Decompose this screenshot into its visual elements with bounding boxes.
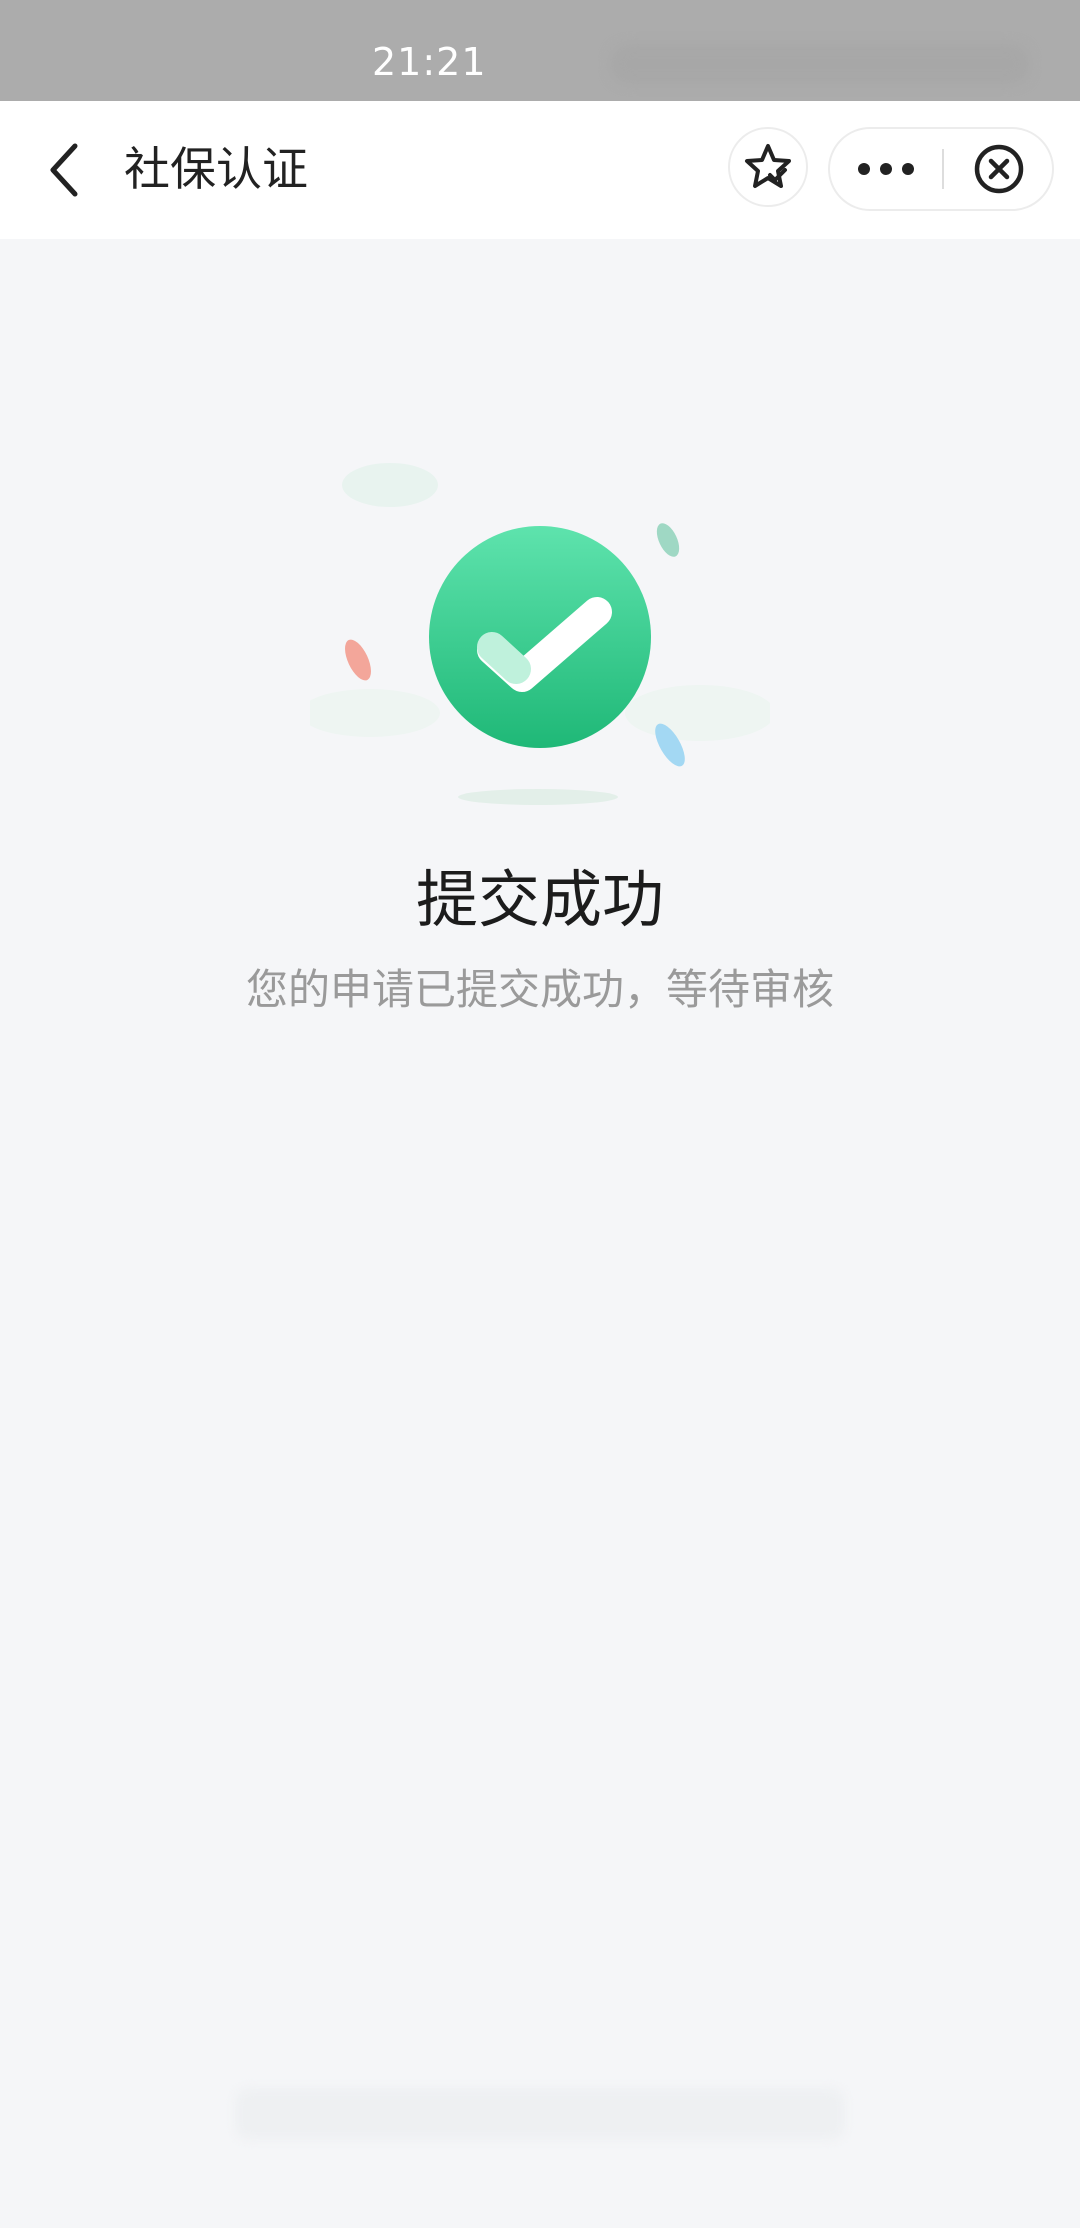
favorite-button[interactable] xyxy=(728,127,808,207)
close-button[interactable] xyxy=(944,129,1054,209)
status-time: 21:21 xyxy=(372,40,487,84)
status-bar: 21:21 xyxy=(0,0,1080,101)
success-illustration xyxy=(300,455,775,815)
result-description: 您的申请已提交成功，等待审核 xyxy=(245,965,834,1014)
page-title: 社保认证 xyxy=(124,142,308,196)
status-icons-blurred xyxy=(610,44,1030,84)
close-circle-icon xyxy=(974,144,1024,194)
mini-program-capsule xyxy=(828,127,1054,211)
navigation-bar: 社保认证 xyxy=(0,101,1080,239)
chevron-left-icon xyxy=(50,143,78,197)
more-button[interactable] xyxy=(830,129,942,209)
back-button[interactable] xyxy=(30,131,100,209)
star-icon xyxy=(745,144,791,188)
bottom-blurred-area xyxy=(235,2088,845,2140)
check-circle-icon xyxy=(300,463,775,805)
result-title: 提交成功 xyxy=(415,863,664,936)
more-dots-icon xyxy=(858,163,914,175)
